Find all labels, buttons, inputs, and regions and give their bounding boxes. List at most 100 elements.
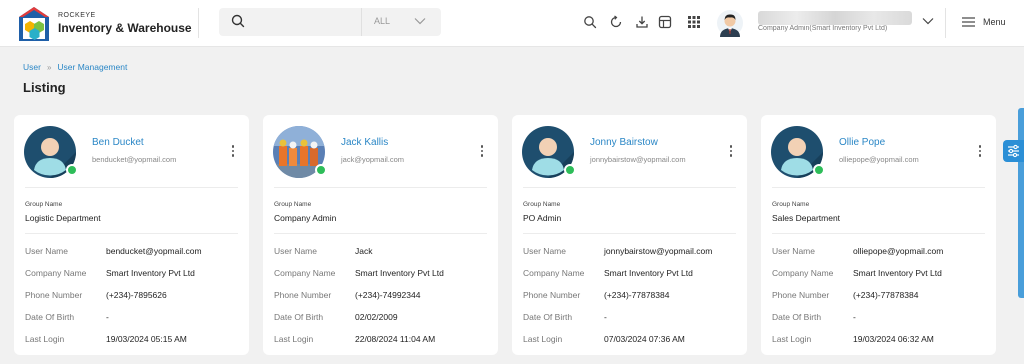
company-label: Company Name	[25, 268, 87, 278]
more-options-icon[interactable]	[978, 145, 982, 159]
chevron-down-icon[interactable]	[414, 17, 426, 25]
brand-name: Inventory & Warehouse	[58, 21, 192, 35]
user-card[interactable]: Jonny Bairstow jonnybairstow@yopmail.com G…	[512, 115, 747, 355]
phone-value: (+234)-7895626	[106, 290, 167, 300]
search-filter-select[interactable]: ALL	[374, 16, 390, 26]
last_login-label: Last Login	[274, 334, 314, 344]
breadcrumb-item-user[interactable]: User	[23, 62, 41, 72]
last_login-value: 19/03/2024 06:32 AM	[853, 334, 934, 344]
apps-grid-icon[interactable]	[687, 15, 701, 29]
group-name-label: Group Name	[274, 201, 312, 208]
company-label: Company Name	[523, 268, 585, 278]
group-name-value: Sales Department	[772, 213, 841, 223]
last_login-label: Last Login	[523, 334, 563, 344]
phone-value: (+234)-77878384	[853, 290, 919, 300]
company-value: Smart Inventory Pvt Ltd	[106, 268, 195, 278]
divider	[772, 233, 985, 234]
dob-label: Date Of Birth	[25, 312, 75, 322]
phone-label: Phone Number	[772, 290, 830, 300]
user-name-blurred[interactable]	[758, 11, 912, 25]
user-name-value: benducket@yopmail.com	[106, 246, 202, 256]
user-card-name[interactable]: Ollie Pope	[839, 137, 885, 148]
dob-label: Date Of Birth	[523, 312, 573, 322]
header-divider	[198, 8, 199, 38]
dob-value: -	[106, 312, 109, 322]
user-name-value: Jack	[355, 246, 373, 256]
user-card-name[interactable]: Ben Ducket	[92, 137, 144, 148]
user-card-name[interactable]: Jonny Bairstow	[590, 137, 658, 148]
breadcrumb: User » User Management	[23, 62, 127, 72]
online-status-dot	[813, 164, 825, 176]
user-card-email: benducket@yopmail.com	[92, 155, 177, 164]
last_login-value: 07/03/2024 07:36 AM	[604, 334, 685, 344]
chevron-down-icon[interactable]	[922, 17, 934, 25]
online-status-dot	[315, 164, 327, 176]
company-value: Smart Inventory Pvt Ltd	[853, 268, 942, 278]
dob-label: Date Of Birth	[772, 312, 822, 322]
user-name-label: User Name	[274, 246, 317, 256]
user-card-email: olliepope@yopmail.com	[839, 155, 919, 164]
user-name-value: jonnybairstow@yopmail.com	[604, 246, 713, 256]
brand-tagline: ROCKEYE	[58, 12, 96, 19]
table-view-icon[interactable]	[658, 15, 672, 29]
divider	[274, 233, 487, 234]
divider	[274, 187, 487, 188]
last_login-label: Last Login	[772, 334, 812, 344]
user-card-name[interactable]: Jack Kallis	[341, 137, 388, 148]
user-role: Company Admin(Smart Inventory Pvt Ltd)	[758, 25, 888, 32]
more-options-icon[interactable]	[480, 145, 484, 159]
menu-button[interactable]: Menu	[962, 17, 1006, 27]
top-header: ROCKEYE Inventory & Warehouse ALL Compan…	[0, 0, 1024, 47]
search-input[interactable]	[251, 13, 355, 31]
group-name-value: Company Admin	[274, 213, 337, 223]
search-divider	[361, 8, 362, 36]
hamburger-icon	[962, 17, 975, 27]
refresh-icon[interactable]	[609, 15, 623, 29]
breadcrumb-item-user-management[interactable]: User Management	[57, 62, 127, 72]
last_login-label: Last Login	[25, 334, 65, 344]
phone-label: Phone Number	[523, 290, 581, 300]
phone-label: Phone Number	[25, 290, 83, 300]
divider	[25, 233, 238, 234]
last_login-value: 19/03/2024 05:15 AM	[106, 334, 187, 344]
online-status-dot	[564, 164, 576, 176]
company-value: Smart Inventory Pvt Ltd	[604, 268, 693, 278]
divider	[772, 187, 985, 188]
company-value: Smart Inventory Pvt Ltd	[355, 268, 444, 278]
user-name-label: User Name	[25, 246, 68, 256]
user-name-label: User Name	[523, 246, 566, 256]
user-card-email: jack@yopmail.com	[341, 155, 405, 164]
user-card-email: jonnybairstow@yopmail.com	[590, 155, 686, 164]
dob-value: -	[853, 312, 856, 322]
page-title: Listing	[23, 80, 66, 95]
user-card[interactable]: Ben Ducket benducket@yopmail.com Group Nam…	[14, 115, 249, 355]
group-name-value: Logistic Department	[25, 213, 101, 223]
dob-label: Date Of Birth	[274, 312, 324, 322]
group-name-label: Group Name	[772, 201, 810, 208]
search-icon[interactable]	[583, 15, 597, 29]
more-options-icon[interactable]	[231, 145, 235, 159]
phone-label: Phone Number	[274, 290, 332, 300]
user-card[interactable]: Jack Kallis jack@yopmail.com Group Name Com…	[263, 115, 498, 355]
search-icon	[231, 14, 245, 28]
more-options-icon[interactable]	[729, 145, 733, 159]
user-avatar[interactable]	[717, 9, 743, 37]
global-search[interactable]: ALL	[219, 8, 441, 36]
company-label: Company Name	[772, 268, 834, 278]
breadcrumb-separator-icon: »	[46, 62, 52, 72]
header-divider	[945, 8, 946, 38]
user-card[interactable]: Ollie Pope olliepope@yopmail.com Group Nam…	[761, 115, 996, 355]
menu-label: Menu	[983, 17, 1006, 27]
filter-panel-toggle[interactable]	[1003, 140, 1024, 162]
divider	[523, 187, 736, 188]
scrollbar[interactable]	[1018, 108, 1024, 298]
dob-value: 02/02/2009	[355, 312, 398, 322]
rockeye-logo[interactable]	[18, 6, 50, 42]
group-name-label: Group Name	[25, 201, 63, 208]
divider	[25, 187, 238, 188]
dob-value: -	[604, 312, 607, 322]
group-name-value: PO Admin	[523, 213, 562, 223]
sliders-icon	[1008, 144, 1019, 158]
user-name-label: User Name	[772, 246, 815, 256]
download-icon[interactable]	[635, 15, 649, 29]
